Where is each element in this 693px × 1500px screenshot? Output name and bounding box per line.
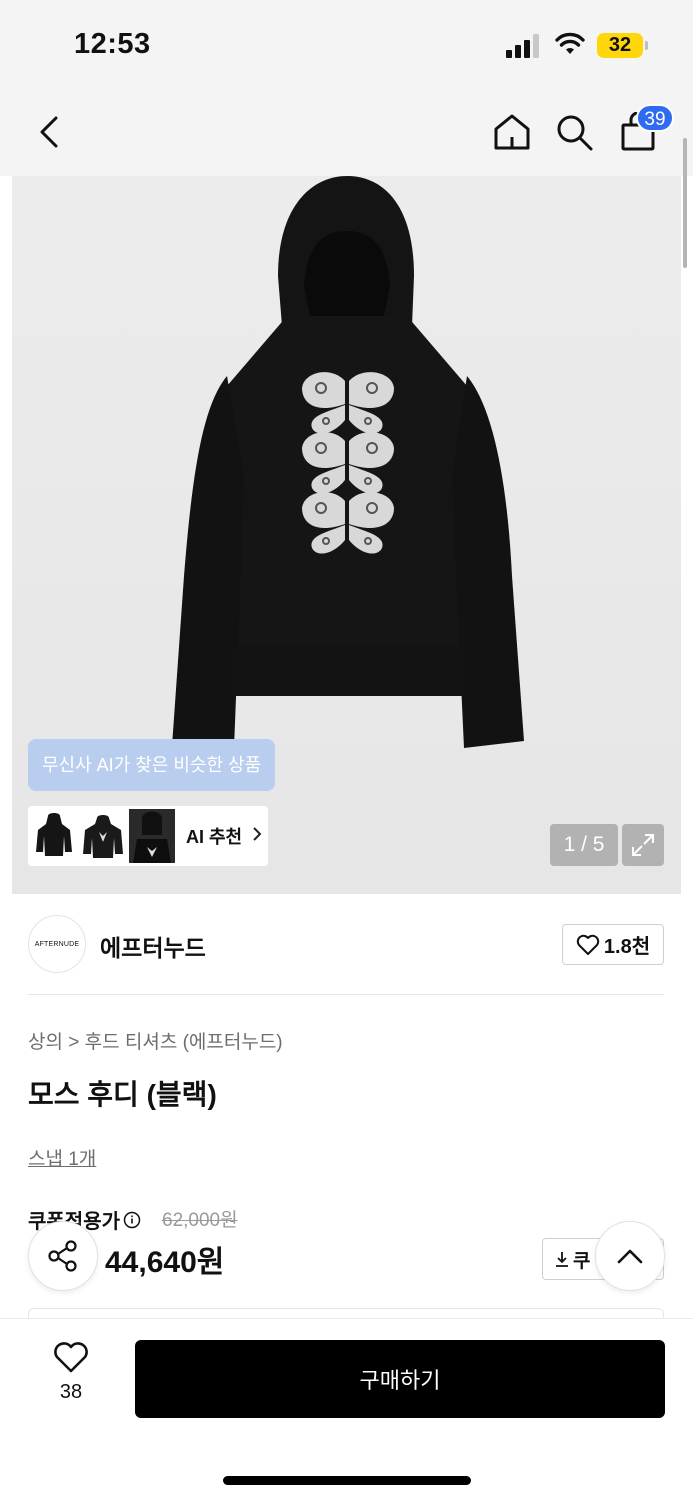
recommend-thumbnail[interactable] [80,809,126,863]
coupon-label: 쿠 [573,1250,591,1272]
status-time: 12:53 [74,28,151,60]
recommend-thumbnail[interactable] [31,809,77,863]
page-scrollbar[interactable] [683,138,687,268]
back-button[interactable] [26,108,74,156]
wifi-icon [555,32,585,61]
home-indicator [223,1476,471,1485]
expand-icon [632,834,654,856]
scroll-top-button[interactable] [595,1221,665,1291]
share-icon [48,1240,77,1272]
breadcrumb: 상의 > 후드 티셔츠 (에프터누드) [28,1027,283,1054]
home-icon [494,114,530,150]
battery-level: 32 [597,33,643,58]
breadcrumb-separator-icon: > [68,1032,85,1053]
image-pager: 1 / 5 [550,824,618,866]
brand-like-button[interactable]: 1.8천 [562,924,664,965]
chevron-right-icon [252,826,262,847]
heart-icon [54,1342,88,1373]
brand-name[interactable]: 에프터누드 [100,929,206,963]
recommend-thumbnail[interactable] [129,809,175,863]
status-bar: 12:53 32 [0,0,693,92]
favorite-count: 38 [59,1381,83,1403]
search-button[interactable] [550,108,598,156]
download-icon [556,1252,568,1267]
battery-tip [645,41,648,50]
brand-like-count: 1.8천 [603,936,651,958]
breadcrumb-subcategory[interactable]: 후드 티셔츠 (에프터누드) [85,1032,283,1053]
home-button[interactable] [488,108,536,156]
original-price: 62,000원 [162,1210,238,1231]
back-icon [40,116,58,148]
ai-recommend-strip[interactable]: AI 추천 [28,806,268,866]
top-nav-bar [0,92,693,176]
sale-price: 44,640원 [105,1246,225,1279]
ai-recommend-label: AI 추천 [186,827,243,847]
chevron-up-icon [617,1249,643,1264]
ai-similar-tooltip[interactable]: 무신사 AI가 찾은 비슷한 상품 [28,739,276,791]
share-button[interactable] [28,1221,98,1291]
snap-link[interactable]: 스냅 1개 [28,1144,96,1171]
expand-image-button[interactable] [622,824,664,866]
heart-icon [576,934,600,955]
cart-count-badge: 39 [636,104,674,132]
brand-logo[interactable]: AFTERNUDE [28,915,86,973]
breadcrumb-category[interactable]: 상의 [28,1032,63,1053]
product-title: 모스 후디 (블랙) [28,1079,217,1110]
divider [28,994,664,995]
info-icon [123,1211,141,1228]
favorite-button[interactable]: 38 [40,1342,102,1404]
search-icon [557,115,593,151]
cellular-signal-icon [506,34,542,58]
buy-button[interactable]: 구매하기 [135,1340,665,1418]
